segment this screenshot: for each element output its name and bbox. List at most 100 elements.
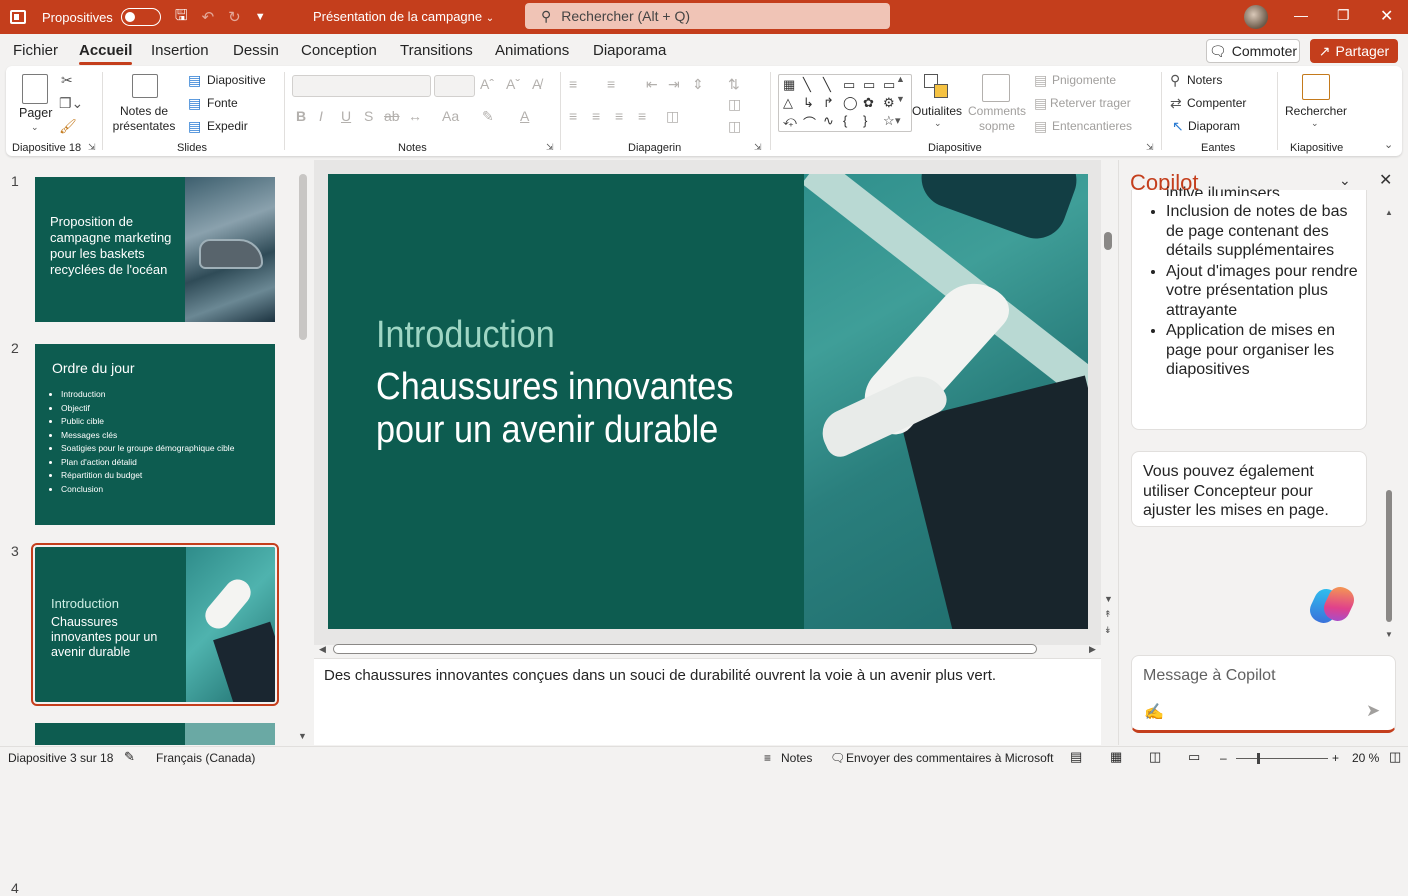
notes-toggle[interactable]: Notes: [781, 751, 812, 765]
dialog-launcher-icon[interactable]: ⇲: [88, 142, 96, 153]
designer-button[interactable]: Rechercher: [1285, 104, 1347, 118]
align-button[interactable]: Pnigomente: [1052, 73, 1116, 87]
document-title[interactable]: Présentation de la campagne ⌄: [313, 9, 494, 24]
font-family-select[interactable]: [292, 75, 431, 97]
customize-qat-icon[interactable]: ▼: [255, 11, 266, 23]
zoom-in-icon[interactable]: +: [1332, 751, 1339, 765]
cut-icon[interactable]: ✂: [61, 72, 73, 89]
fit-to-window-icon[interactable]: ◫: [1389, 749, 1401, 765]
copilot-input[interactable]: Message à Copilot ✍ ➤: [1131, 655, 1396, 733]
slide-thumbnail-1[interactable]: Proposition de campagne marketing pour l…: [35, 177, 275, 322]
reset-button[interactable]: Fonte: [207, 96, 238, 110]
position-button[interactable]: Entencantieres: [1052, 119, 1132, 133]
prev-slide-icon[interactable]: ↟: [1104, 609, 1112, 620]
replace-button[interactable]: Reterver trager: [1050, 96, 1131, 110]
notes-text[interactable]: Des chaussures innovantes conçues dans u…: [324, 667, 996, 684]
next-slide-icon[interactable]: ↡: [1104, 625, 1112, 636]
increase-indent-icon[interactable]: ⇥: [668, 76, 680, 93]
speaker-notes[interactable]: Des chaussures innovantes conçues dans u…: [314, 658, 1101, 745]
chevron-down-icon[interactable]: ⌄: [934, 118, 942, 129]
new-slide-button[interactable]: Notes de présentates: [108, 104, 180, 134]
connector-shape-icon[interactable]: ↳: [803, 95, 823, 113]
tab-transitions[interactable]: Transitions: [400, 42, 473, 59]
slide-thumbnail-4[interactable]: [35, 723, 275, 745]
scroll-up-icon[interactable]: ▲: [1385, 208, 1393, 217]
reading-view-icon[interactable]: ◫: [1149, 749, 1161, 765]
find-button[interactable]: Noters: [1187, 73, 1222, 87]
current-slide[interactable]: Introduction Chaussures innovantes pour …: [328, 174, 1088, 629]
autosave-toggle[interactable]: [120, 8, 161, 26]
slide-title[interactable]: Chaussures innovantes pour un avenir dur…: [376, 366, 733, 452]
avatar[interactable]: [1244, 5, 1268, 29]
bold-icon[interactable]: B: [296, 108, 306, 124]
dialog-launcher-icon[interactable]: ⇲: [754, 142, 762, 153]
line-spacing-icon[interactable]: ⇕: [692, 76, 704, 93]
smartart-icon[interactable]: ◫: [728, 118, 741, 135]
shadow-icon[interactable]: S: [364, 108, 373, 124]
textbox-shape-icon[interactable]: ▦: [783, 77, 803, 95]
feedback-link[interactable]: Envoyer des commentaires à Microsoft: [846, 751, 1053, 765]
change-case-icon[interactable]: Aa: [442, 108, 459, 124]
tab-animations[interactable]: Animations: [495, 42, 569, 59]
scroll-down-icon[interactable]: ▼: [1104, 594, 1113, 604]
editor-scrollbar[interactable]: [1104, 232, 1112, 250]
prompt-guide-icon[interactable]: ✍: [1144, 702, 1164, 722]
brace-left-shape-icon[interactable]: {: [843, 113, 863, 131]
tab-accueil[interactable]: Accueil: [79, 42, 133, 65]
increase-font-icon[interactable]: Aˆ: [480, 76, 494, 92]
scroll-down-icon[interactable]: ▼: [298, 731, 307, 741]
zoom-level[interactable]: 20 %: [1352, 751, 1379, 765]
zoom-slider[interactable]: [1236, 753, 1328, 764]
arrange-icon[interactable]: [924, 74, 950, 100]
align-right-icon[interactable]: ≡: [615, 108, 623, 124]
position-icon[interactable]: ▤: [1034, 118, 1047, 135]
triangle-shape-icon[interactable]: △: [783, 95, 803, 113]
align-left-icon[interactable]: ≡: [569, 108, 577, 124]
decrease-indent-icon[interactable]: ⇤: [646, 76, 658, 93]
accessibility-icon[interactable]: ✎: [124, 749, 135, 765]
elbow-shape-icon[interactable]: ↱: [823, 95, 843, 113]
rounded-rect-shape-icon[interactable]: ▭: [863, 77, 883, 95]
search-box[interactable]: ⚲ Rechercher (Alt + Q): [525, 3, 890, 29]
collapse-ribbon-icon[interactable]: ⌄: [1384, 138, 1393, 151]
comment-button[interactable]: 🗨 Commoter: [1206, 39, 1300, 63]
tab-fichier[interactable]: Fichier: [13, 42, 58, 59]
tab-conception[interactable]: Conception: [301, 42, 377, 59]
paste-icon[interactable]: [22, 74, 48, 104]
zoom-out-icon[interactable]: –: [1220, 751, 1227, 765]
dialog-launcher-icon[interactable]: ⇲: [546, 142, 554, 153]
minimize-icon[interactable]: —: [1294, 7, 1308, 23]
numbering-icon[interactable]: ≡: [607, 76, 615, 92]
slideshow-icon[interactable]: ▭: [1188, 749, 1200, 765]
font-size-select[interactable]: [434, 75, 475, 97]
redo-icon[interactable]: ↻: [228, 8, 241, 26]
send-icon[interactable]: ➤: [1366, 701, 1380, 721]
brace-right-shape-icon[interactable]: }: [863, 113, 883, 131]
new-slide-icon[interactable]: [132, 74, 158, 98]
dialog-launcher-icon[interactable]: ⇲: [1146, 142, 1154, 153]
align-center-icon[interactable]: ≡: [592, 108, 600, 124]
arrow-shape-icon[interactable]: ╲: [823, 77, 843, 95]
decrease-font-icon[interactable]: Aˇ: [506, 76, 520, 92]
scroll-right-icon[interactable]: ▶: [1089, 644, 1096, 655]
arrange-button[interactable]: Outialites: [912, 104, 962, 118]
chevron-down-icon[interactable]: ⌄: [1311, 118, 1319, 129]
save-icon[interactable]: 🖫: [175, 5, 188, 30]
flower-shape-icon[interactable]: ✿: [863, 95, 883, 113]
slide-sorter-icon[interactable]: ▦: [1110, 749, 1122, 765]
gallery-more-icon[interactable]: ▾: [895, 114, 901, 127]
rect-shape-icon[interactable]: ▭: [843, 77, 863, 95]
spacing-icon[interactable]: ↔: [408, 108, 422, 124]
align-text-icon[interactable]: ◫: [728, 96, 741, 113]
scroll-left-icon[interactable]: ◀: [319, 644, 326, 655]
strikethrough-icon[interactable]: ab: [384, 108, 400, 124]
slide-kicker[interactable]: Introduction: [376, 314, 555, 357]
layout-button[interactable]: Diapositive: [207, 73, 266, 87]
justify-icon[interactable]: ≡: [638, 108, 646, 124]
columns-icon[interactable]: ◫: [666, 108, 679, 125]
clear-format-icon[interactable]: A̸: [532, 76, 541, 92]
restore-icon[interactable]: ❐: [1337, 7, 1350, 24]
comments-button[interactable]: Comments sopme: [968, 104, 1026, 134]
close-icon[interactable]: ✕: [1380, 6, 1393, 26]
paste-button[interactable]: Pager: [19, 106, 52, 120]
